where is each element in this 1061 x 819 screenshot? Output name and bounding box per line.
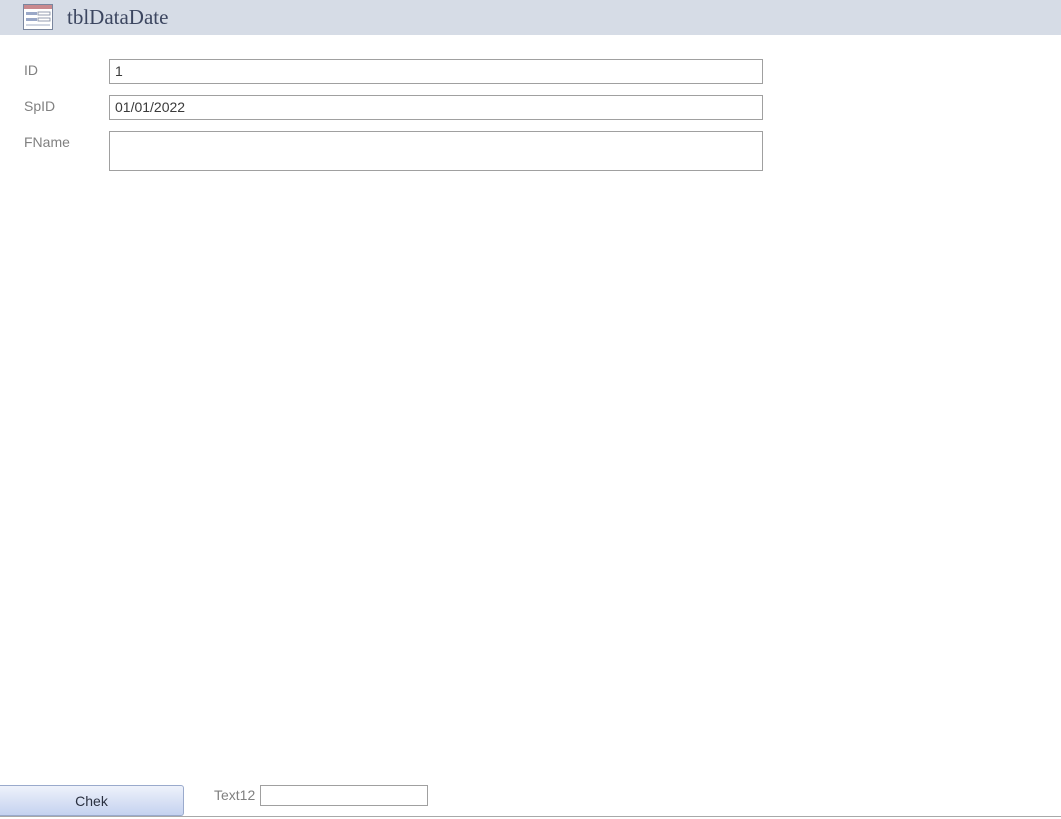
chek-button[interactable]: Chek [0, 785, 184, 816]
form-view: tblDataDate ID 1 SpID 01/01/2022 FName C… [0, 0, 1061, 819]
footer-divider [0, 816, 1061, 817]
text12-label: Text12 [214, 787, 256, 803]
form-title: tblDataDate [67, 5, 169, 29]
spid-field[interactable]: 01/01/2022 [109, 95, 763, 120]
text12-input[interactable] [260, 785, 428, 806]
id-label: ID [24, 62, 38, 78]
fname-label: FName [24, 134, 70, 150]
form-icon [23, 4, 53, 30]
fname-field[interactable] [109, 131, 763, 171]
id-field[interactable]: 1 [109, 59, 763, 84]
form-header: tblDataDate [0, 0, 1061, 35]
spid-label: SpID [24, 98, 56, 114]
